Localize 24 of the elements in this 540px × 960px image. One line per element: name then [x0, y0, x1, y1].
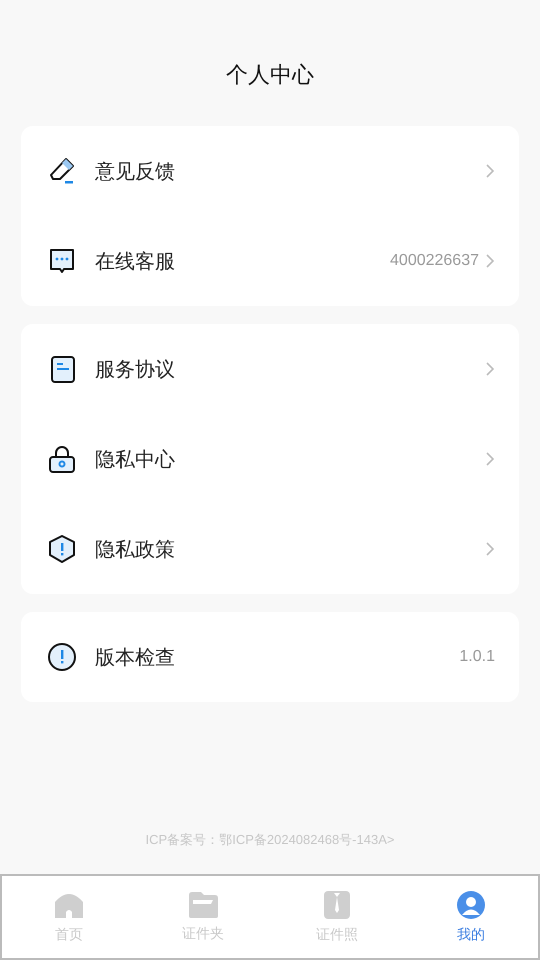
menu-item[interactable]: 隐私政策: [21, 504, 519, 594]
menu-label: 服务协议: [95, 356, 175, 382]
menu-label: 意见反馈: [95, 158, 175, 184]
pencil-icon: [47, 156, 77, 186]
profile-icon: [456, 890, 486, 920]
menu-label: 隐私政策: [95, 536, 175, 562]
id-photo-icon: [323, 890, 351, 920]
folder-icon: [187, 891, 219, 919]
alert-circle-icon: [47, 642, 77, 672]
menu-item[interactable]: 隐私中心: [21, 414, 519, 504]
menu-item[interactable]: 意见反馈: [21, 126, 519, 216]
menu-label: 隐私中心: [95, 446, 175, 472]
menu-label: 在线客服: [95, 248, 175, 274]
menu-item[interactable]: 在线客服 4000226637: [21, 216, 519, 306]
page-title: 个人中心: [225, 62, 315, 90]
menu-label: 版本检查: [95, 644, 175, 670]
menu-item[interactable]: 版本检查 1.0.1: [21, 612, 519, 702]
menu-item[interactable]: 服务协议: [21, 324, 519, 414]
shield-alert-icon: [47, 534, 77, 564]
lock-icon: [47, 444, 77, 474]
menu-value: 1.0.1: [459, 648, 495, 666]
tab[interactable]: 我的: [404, 876, 538, 958]
menu-value: 4000226637: [390, 252, 479, 270]
chat-icon: [47, 246, 77, 276]
